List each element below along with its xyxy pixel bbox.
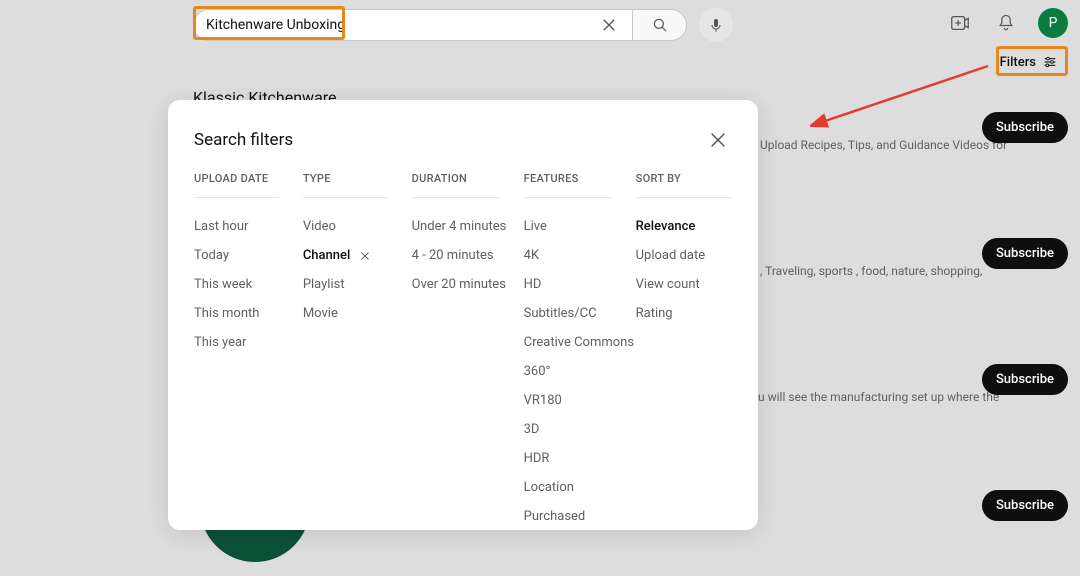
col-features: FEATURES Live 4K HD Subtitles/CC Creativ…	[524, 172, 636, 531]
microphone-icon	[708, 17, 724, 33]
search-input[interactable]	[206, 17, 597, 33]
top-right-actions: P	[946, 8, 1068, 38]
filter-option-360[interactable]: 360°	[524, 357, 612, 386]
filter-option-last-hour[interactable]: Last hour	[194, 212, 279, 241]
search-box[interactable]	[193, 9, 633, 41]
filter-option-upload-date[interactable]: Upload date	[636, 241, 732, 270]
filter-option-vr180[interactable]: VR180	[524, 386, 612, 415]
subscribe-button[interactable]: Subscribe	[982, 490, 1068, 521]
filter-option-4-20[interactable]: 4 - 20 minutes	[412, 241, 500, 270]
filters-button[interactable]: Filters	[990, 48, 1068, 76]
create-button[interactable]	[946, 9, 974, 37]
filter-option-this-week[interactable]: This week	[194, 270, 279, 299]
filter-option-cc[interactable]: Creative Commons	[524, 328, 612, 357]
filter-option-relevance[interactable]: Relevance	[636, 212, 732, 241]
dialog-title: Search filters	[194, 130, 293, 150]
subscribe-button[interactable]: Subscribe	[982, 238, 1068, 269]
filter-option-rating[interactable]: Rating	[636, 299, 732, 328]
filter-option-channel[interactable]: Channel	[303, 241, 388, 270]
filter-option-live[interactable]: Live	[524, 212, 612, 241]
filter-option-playlist[interactable]: Playlist	[303, 270, 388, 299]
filter-option-3d[interactable]: 3D	[524, 415, 612, 444]
filters-label: Filters	[1000, 55, 1036, 70]
search-button[interactable]	[633, 9, 687, 41]
avatar[interactable]: P	[1038, 8, 1068, 38]
filter-option-label: Channel	[303, 248, 350, 263]
filter-option-over-20[interactable]: Over 20 minutes	[412, 270, 500, 299]
filter-option-under-4[interactable]: Under 4 minutes	[412, 212, 500, 241]
close-button[interactable]	[704, 126, 732, 154]
notifications-button[interactable]	[992, 9, 1020, 37]
clear-search-icon[interactable]	[597, 13, 620, 37]
create-icon	[949, 12, 971, 34]
search-wrap	[193, 8, 733, 42]
col-duration: DURATION Under 4 minutes 4 - 20 minutes …	[412, 172, 524, 531]
filter-option-4k[interactable]: 4K	[524, 241, 612, 270]
col-header: DURATION	[412, 172, 500, 198]
bell-icon	[996, 13, 1016, 33]
col-sort-by: SORT BY Relevance Upload date View count…	[636, 172, 732, 531]
result-snippet: u will see the manufacturing set up wher…	[758, 390, 999, 404]
filters-icon	[1042, 54, 1058, 70]
result-snippet: Upload Recipes, Tips, and Guidance Video…	[760, 138, 1007, 152]
remove-filter-icon[interactable]	[358, 249, 372, 263]
filter-option-view-count[interactable]: View count	[636, 270, 732, 299]
subscribe-button[interactable]: Subscribe	[982, 364, 1068, 395]
col-header: TYPE	[303, 172, 388, 198]
filter-option-today[interactable]: Today	[194, 241, 279, 270]
top-bar: P	[0, 0, 1080, 48]
col-upload-date: UPLOAD DATE Last hour Today This week Th…	[194, 172, 303, 531]
search-icon	[651, 16, 669, 34]
filter-option-this-month[interactable]: This month	[194, 299, 279, 328]
filter-option-hdr[interactable]: HDR	[524, 444, 612, 473]
filter-option-subtitles[interactable]: Subtitles/CC	[524, 299, 612, 328]
filter-option-hd[interactable]: HD	[524, 270, 612, 299]
search-filters-dialog: Search filters UPLOAD DATE Last hour Tod…	[168, 100, 758, 530]
filter-option-video[interactable]: Video	[303, 212, 388, 241]
col-header: UPLOAD DATE	[194, 172, 279, 198]
filter-option-purchased[interactable]: Purchased	[524, 502, 612, 531]
dialog-header: Search filters	[194, 126, 732, 154]
result-snippet: , Traveling, sports , food, nature, shop…	[760, 264, 982, 278]
filter-option-this-year[interactable]: This year	[194, 328, 279, 357]
close-icon	[707, 129, 729, 151]
subscribe-button[interactable]: Subscribe	[982, 112, 1068, 143]
voice-search-button[interactable]	[699, 8, 733, 42]
col-type: TYPE Video Channel Playlist Movie	[303, 172, 412, 531]
filter-option-location[interactable]: Location	[524, 473, 612, 502]
filter-columns: UPLOAD DATE Last hour Today This week Th…	[194, 172, 732, 531]
col-header: FEATURES	[524, 172, 612, 198]
col-header: SORT BY	[636, 172, 732, 198]
filter-option-movie[interactable]: Movie	[303, 299, 388, 328]
